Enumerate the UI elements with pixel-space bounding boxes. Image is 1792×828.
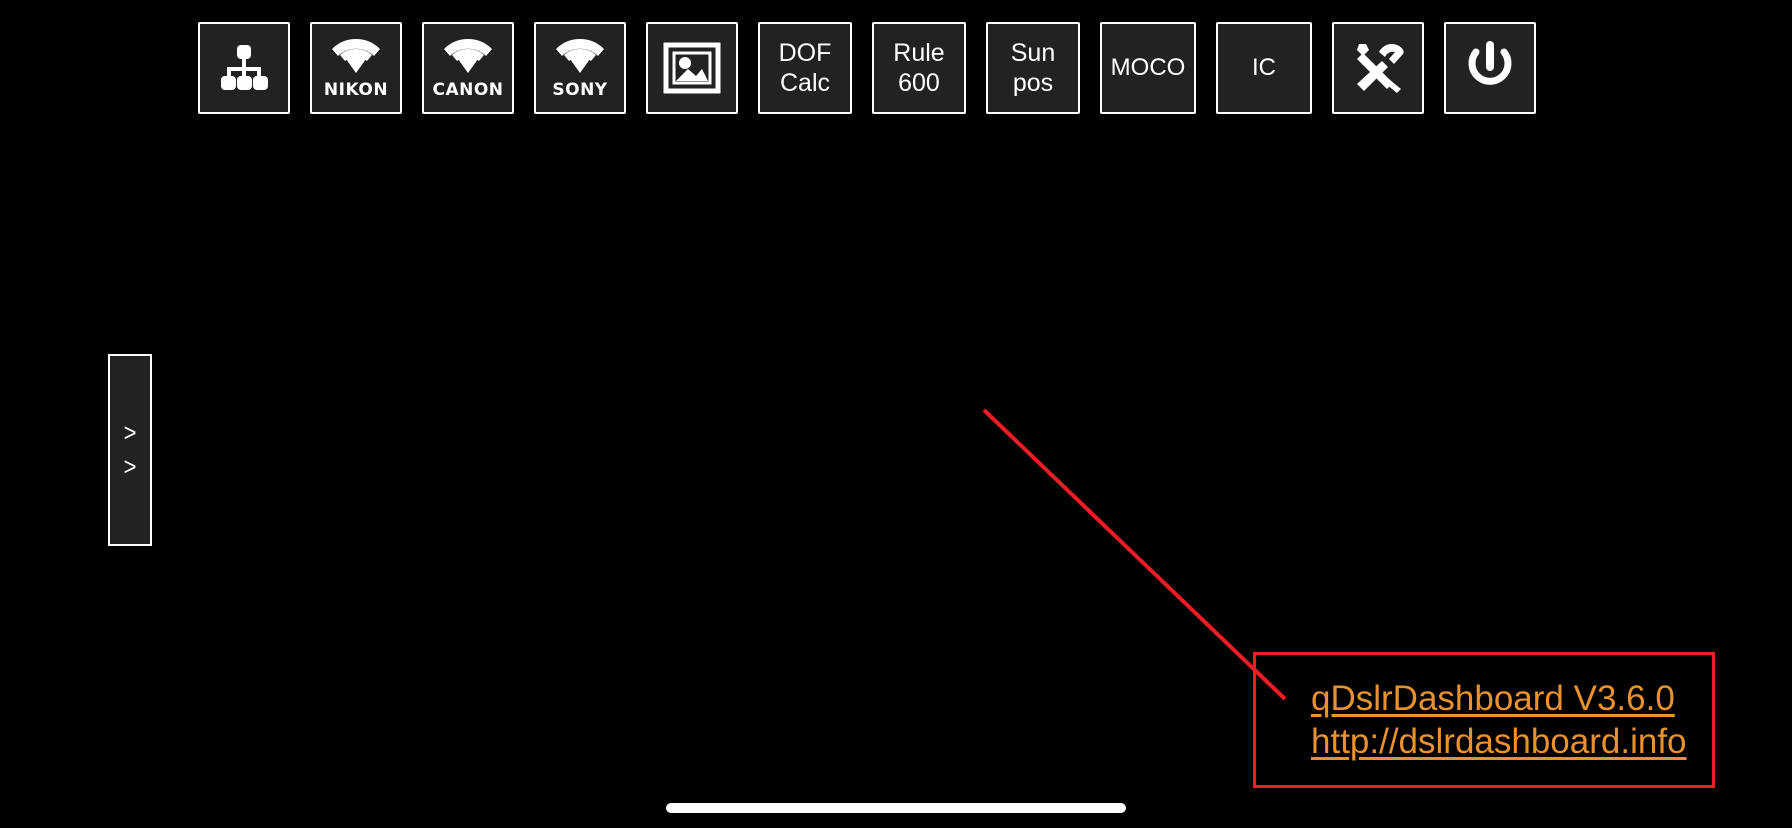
wifi-icon [442,37,494,80]
toolbar-button-label: SONY [552,80,608,100]
toolbar-button-tools[interactable] [1332,22,1424,114]
wifi-icon [330,37,382,80]
left-panel-expand-tab[interactable]: > > [108,354,152,546]
toolbar-button-moco[interactable]: MOCO [1100,22,1196,114]
annotation-callout-box: qDslrDashboard V3.6.0 http://dslrdashboa… [1253,652,1715,788]
toolbar-button-label: MOCO [1110,54,1186,81]
toolbar-button-label: CANON [432,80,504,100]
toolbar-button-canon[interactable]: CANON [422,22,514,114]
hammer-screwdriver-icon [1347,37,1409,99]
app-root: NIKON CANON SONY DOF Calc Rule 600 Sun p… [0,0,1792,828]
toolbar-button-dof-calc[interactable]: DOF Calc [758,22,852,114]
toolbar-button-label: Sun pos [1010,39,1056,97]
network-hierarchy-icon [213,37,275,99]
toolbar-button-rule-600[interactable]: Rule 600 [872,22,966,114]
power-icon [1459,37,1521,99]
toolbar-button-label: NIKON [323,80,389,100]
toolbar-button-nikon[interactable]: NIKON [310,22,402,114]
image-picture-icon [661,37,723,99]
version-link[interactable]: qDslrDashboard V3.6.0 [1311,677,1675,720]
chevron-right-icon: > [123,418,137,447]
toolbar-button-label: Rule 600 [893,39,945,97]
chevron-right-icon: > [123,452,137,481]
toolbar-button-label: IC [1252,54,1276,81]
toolbar-button-sony[interactable]: SONY [534,22,626,114]
toolbar-button-sun-pos[interactable]: Sun pos [986,22,1080,114]
website-link[interactable]: http://dslrdashboard.info [1311,720,1687,763]
home-indicator[interactable] [666,803,1126,813]
toolbar-button-gallery[interactable] [646,22,738,114]
toolbar-button-ic[interactable]: IC [1216,22,1312,114]
wifi-icon [554,37,606,80]
toolbar-button-label: DOF Calc [778,39,832,97]
main-toolbar: NIKON CANON SONY DOF Calc Rule 600 Sun p… [198,22,1536,114]
toolbar-button-power[interactable] [1444,22,1536,114]
toolbar-button-network[interactable] [198,22,290,114]
